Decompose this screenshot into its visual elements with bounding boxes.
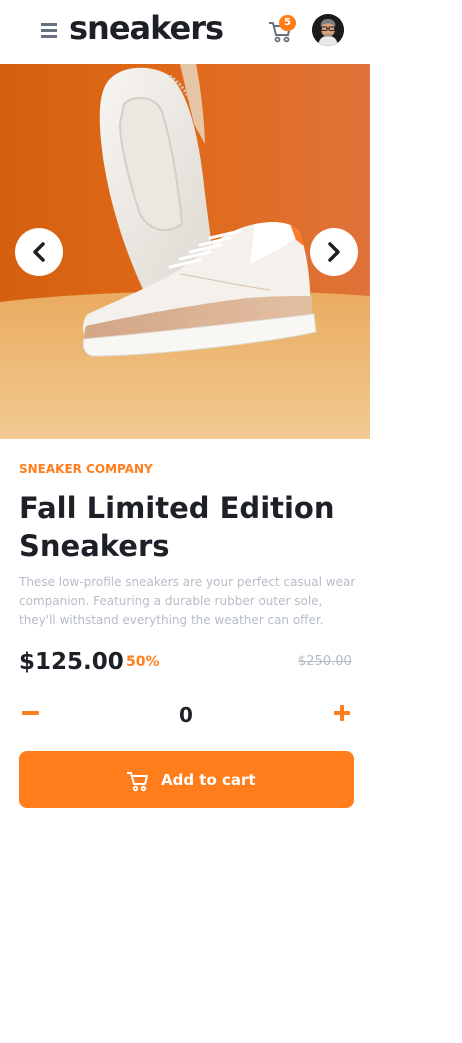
original-price: $250.00 xyxy=(298,654,352,669)
quantity-value: 0 xyxy=(179,703,193,727)
minus-icon[interactable] xyxy=(21,702,41,722)
plus-icon[interactable] xyxy=(332,702,352,722)
current-price: $125.00 xyxy=(19,649,124,675)
chevron-left-icon xyxy=(33,242,45,262)
cart-icon xyxy=(127,772,148,792)
product-title: Fall Limited Edition Sneakers xyxy=(19,491,335,563)
cart-count-badge: 5 xyxy=(279,15,296,31)
add-to-cart-button[interactable]: Add to cart xyxy=(19,751,354,808)
previous-image-button[interactable] xyxy=(15,228,63,276)
logo: sneakers xyxy=(69,9,224,47)
avatar[interactable] xyxy=(312,14,344,46)
next-image-button[interactable] xyxy=(310,228,358,276)
menu-icon[interactable] xyxy=(41,23,59,39)
header: sneakers 5 xyxy=(0,0,370,64)
company-label: SNEAKER COMPANY xyxy=(19,462,153,476)
product-gallery xyxy=(0,64,370,439)
product-description: These low-profile sneakers are your perf… xyxy=(19,575,356,627)
product-page: sneakers 5 SNEAKER COMPANY Fall Limited … xyxy=(0,0,370,1043)
chevron-right-icon xyxy=(328,242,340,262)
add-to-cart-label: Add to cart xyxy=(161,771,256,789)
discount-badge: 50% xyxy=(126,654,160,670)
